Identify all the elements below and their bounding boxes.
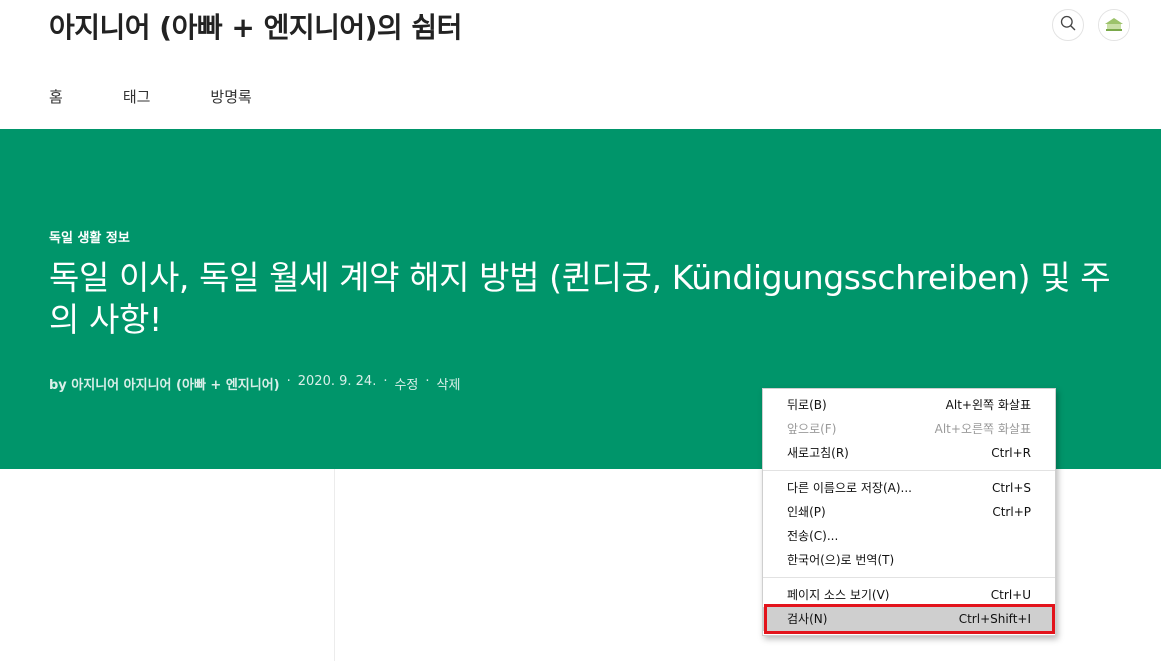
- search-button[interactable]: [1052, 9, 1084, 41]
- menu-item-label: 새로고침(R): [787, 446, 849, 460]
- blog-logo-icon: [1099, 10, 1129, 40]
- meta-separator: ·: [383, 374, 388, 389]
- context-menu: 뒤로(B) Alt+왼쪽 화살표 앞으로(F) Alt+오른쪽 화살표 새로고침…: [762, 388, 1056, 636]
- menu-separator: [763, 577, 1055, 578]
- nav-item-guestbook[interactable]: 방명록: [210, 86, 251, 107]
- meta-separator: ·: [286, 374, 291, 389]
- menu-item-view-source[interactable]: 페이지 소스 보기(V) Ctrl+U: [763, 583, 1055, 607]
- site-title[interactable]: 아지니어 (아빠 + 엔지니어)의 쉼터: [49, 6, 462, 46]
- post-meta: by 아지니어 아지니어 (아빠 + 엔지니어) · 2020. 9. 24. …: [49, 374, 460, 393]
- menu-item-back[interactable]: 뒤로(B) Alt+왼쪽 화살표: [763, 393, 1055, 417]
- menu-item-label: 인쇄(P): [787, 505, 826, 519]
- post-category[interactable]: 독일 생활 정보: [49, 227, 130, 246]
- post-title: 독일 이사, 독일 월세 계약 해지 방법 (퀸디궁, Kündigungssc…: [49, 258, 1111, 339]
- menu-item-forward: 앞으로(F) Alt+오른쪽 화살표: [763, 417, 1055, 441]
- menu-item-translate[interactable]: 한국어(으)로 번역(T): [763, 548, 1055, 572]
- menu-item-label: 페이지 소스 보기(V): [787, 588, 890, 602]
- menu-item-inspect[interactable]: 검사(N) Ctrl+Shift+I: [763, 607, 1055, 631]
- content-divider: [334, 469, 335, 661]
- menu-item-shortcut: Ctrl+R: [991, 446, 1031, 460]
- edit-link[interactable]: 수정: [394, 374, 418, 393]
- avatar[interactable]: [1098, 9, 1130, 41]
- menu-item-shortcut: Alt+오른쪽 화살표: [934, 422, 1031, 436]
- nav-item-home[interactable]: 홈: [49, 86, 63, 107]
- menu-item-label: 다른 이름으로 저장(A)...: [787, 481, 912, 495]
- search-icon: [1060, 15, 1076, 35]
- menu-item-shortcut: Alt+왼쪽 화살표: [945, 398, 1031, 412]
- post-author: by 아지니어 아지니어 (아빠 + 엔지니어): [49, 378, 280, 393]
- post-date: 2020. 9. 24.: [297, 374, 377, 389]
- menu-item-shortcut: Ctrl+S: [991, 481, 1031, 495]
- menu-separator: [763, 470, 1055, 471]
- menu-item-shortcut: Ctrl+Shift+I: [958, 612, 1031, 626]
- meta-separator: ·: [425, 374, 430, 389]
- menu-item-label: 전송(C)...: [787, 529, 839, 543]
- menu-item-cast[interactable]: 전송(C)...: [763, 524, 1055, 548]
- menu-item-reload[interactable]: 새로고침(R) Ctrl+R: [763, 441, 1055, 465]
- menu-item-label: 뒤로(B): [787, 398, 827, 412]
- menu-item-shortcut: Ctrl+U: [990, 588, 1031, 602]
- menu-item-label: 앞으로(F): [787, 422, 837, 436]
- menu-item-print[interactable]: 인쇄(P) Ctrl+P: [763, 500, 1055, 524]
- delete-link[interactable]: 삭제: [437, 374, 461, 393]
- menu-item-save-as[interactable]: 다른 이름으로 저장(A)... Ctrl+S: [763, 476, 1055, 500]
- menu-item-shortcut: Ctrl+P: [992, 505, 1031, 519]
- main-nav: 홈 태그 방명록: [49, 86, 312, 107]
- nav-item-tags[interactable]: 태그: [123, 86, 151, 107]
- menu-item-label: 한국어(으)로 번역(T): [787, 553, 895, 567]
- menu-item-label: 검사(N): [787, 612, 828, 626]
